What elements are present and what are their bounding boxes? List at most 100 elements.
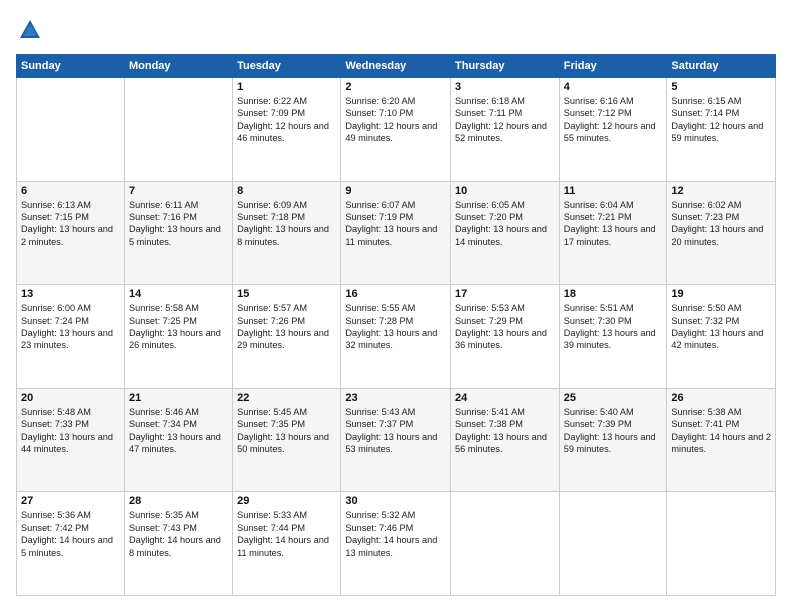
calendar-cell bbox=[559, 492, 667, 596]
day-info: Sunrise: 5:46 AMSunset: 7:34 PMDaylight:… bbox=[129, 406, 228, 456]
calendar-week-row: 20 Sunrise: 5:48 AMSunset: 7:33 PMDayligh… bbox=[17, 388, 776, 492]
calendar-cell bbox=[667, 492, 776, 596]
day-info: Sunrise: 6:02 AMSunset: 7:23 PMDaylight:… bbox=[671, 199, 771, 249]
calendar-cell: 15 Sunrise: 5:57 AMSunset: 7:26 PMDayligh… bbox=[233, 285, 341, 389]
day-number: 23 bbox=[345, 392, 446, 404]
calendar-cell: 12 Sunrise: 6:02 AMSunset: 7:23 PMDayligh… bbox=[667, 181, 776, 285]
day-number: 10 bbox=[455, 185, 555, 197]
calendar-cell: 22 Sunrise: 5:45 AMSunset: 7:35 PMDayligh… bbox=[233, 388, 341, 492]
calendar-cell: 26 Sunrise: 5:38 AMSunset: 7:41 PMDayligh… bbox=[667, 388, 776, 492]
weekday-header: Saturday bbox=[667, 55, 776, 78]
day-info: Sunrise: 6:15 AMSunset: 7:14 PMDaylight:… bbox=[671, 95, 771, 145]
header bbox=[16, 16, 776, 44]
day-number: 12 bbox=[671, 185, 771, 197]
calendar-cell: 28 Sunrise: 5:35 AMSunset: 7:43 PMDayligh… bbox=[124, 492, 232, 596]
day-info: Sunrise: 6:07 AMSunset: 7:19 PMDaylight:… bbox=[345, 199, 446, 249]
day-info: Sunrise: 5:36 AMSunset: 7:42 PMDaylight:… bbox=[21, 509, 120, 559]
day-info: Sunrise: 5:32 AMSunset: 7:46 PMDaylight:… bbox=[345, 509, 446, 559]
day-number: 9 bbox=[345, 185, 446, 197]
day-info: Sunrise: 5:45 AMSunset: 7:35 PMDaylight:… bbox=[237, 406, 336, 456]
day-info: Sunrise: 5:35 AMSunset: 7:43 PMDaylight:… bbox=[129, 509, 228, 559]
day-info: Sunrise: 5:48 AMSunset: 7:33 PMDaylight:… bbox=[21, 406, 120, 456]
day-number: 15 bbox=[237, 288, 336, 300]
day-number: 29 bbox=[237, 495, 336, 507]
calendar-cell: 6Sunrise: 6:13 AMSunset: 7:15 PMDaylight… bbox=[17, 181, 125, 285]
day-info: Sunrise: 5:43 AMSunset: 7:37 PMDaylight:… bbox=[345, 406, 446, 456]
calendar-week-row: 13 Sunrise: 6:00 AMSunset: 7:24 PMDayligh… bbox=[17, 285, 776, 389]
day-number: 7 bbox=[129, 185, 228, 197]
weekday-header: Thursday bbox=[451, 55, 560, 78]
calendar-cell: 9 Sunrise: 6:07 AMSunset: 7:19 PMDaylight… bbox=[341, 181, 451, 285]
day-number: 2 bbox=[345, 81, 446, 93]
calendar-cell: 24Sunrise: 5:41 AMSunset: 7:38 PMDayligh… bbox=[451, 388, 560, 492]
day-info: Sunrise: 6:09 AMSunset: 7:18 PMDaylight:… bbox=[237, 199, 336, 249]
day-info: Sunrise: 5:33 AMSunset: 7:44 PMDaylight:… bbox=[237, 509, 336, 559]
calendar-week-row: 6Sunrise: 6:13 AMSunset: 7:15 PMDaylight… bbox=[17, 181, 776, 285]
day-number: 4 bbox=[564, 81, 663, 93]
day-info: Sunrise: 6:22 AMSunset: 7:09 PMDaylight:… bbox=[237, 95, 336, 145]
day-number: 20 bbox=[21, 392, 120, 404]
calendar-cell: 18 Sunrise: 5:51 AMSunset: 7:30 PMDayligh… bbox=[559, 285, 667, 389]
day-number: 11 bbox=[564, 185, 663, 197]
day-info: Sunrise: 5:51 AMSunset: 7:30 PMDaylight:… bbox=[564, 302, 663, 352]
day-info: Sunrise: 6:00 AMSunset: 7:24 PMDaylight:… bbox=[21, 302, 120, 352]
calendar-cell: 27Sunrise: 5:36 AMSunset: 7:42 PMDayligh… bbox=[17, 492, 125, 596]
day-number: 3 bbox=[455, 81, 555, 93]
day-number: 16 bbox=[345, 288, 446, 300]
day-number: 22 bbox=[237, 392, 336, 404]
calendar-cell: 13 Sunrise: 6:00 AMSunset: 7:24 PMDayligh… bbox=[17, 285, 125, 389]
weekday-header: Tuesday bbox=[233, 55, 341, 78]
calendar-cell: 8 Sunrise: 6:09 AMSunset: 7:18 PMDaylight… bbox=[233, 181, 341, 285]
calendar-cell: 3 Sunrise: 6:18 AMSunset: 7:11 PMDaylight… bbox=[451, 78, 560, 182]
day-info: Sunrise: 5:50 AMSunset: 7:32 PMDaylight:… bbox=[671, 302, 771, 352]
calendar-cell: 23 Sunrise: 5:43 AMSunset: 7:37 PMDayligh… bbox=[341, 388, 451, 492]
calendar-cell: 21Sunrise: 5:46 AMSunset: 7:34 PMDayligh… bbox=[124, 388, 232, 492]
calendar-week-row: 1 Sunrise: 6:22 AMSunset: 7:09 PMDaylight… bbox=[17, 78, 776, 182]
weekday-header: Sunday bbox=[17, 55, 125, 78]
calendar-cell: 17 Sunrise: 5:53 AMSunset: 7:29 PMDayligh… bbox=[451, 285, 560, 389]
calendar-cell: 1 Sunrise: 6:22 AMSunset: 7:09 PMDaylight… bbox=[233, 78, 341, 182]
day-info: Sunrise: 6:18 AMSunset: 7:11 PMDaylight:… bbox=[455, 95, 555, 145]
calendar-cell bbox=[451, 492, 560, 596]
page: SundayMondayTuesdayWednesdayThursdayFrid… bbox=[0, 0, 792, 612]
weekday-header: Wednesday bbox=[341, 55, 451, 78]
calendar-cell: 16 Sunrise: 5:55 AMSunset: 7:28 PMDayligh… bbox=[341, 285, 451, 389]
day-number: 25 bbox=[564, 392, 663, 404]
day-info: Sunrise: 6:13 AMSunset: 7:15 PMDaylight:… bbox=[21, 199, 120, 249]
calendar-header-row: SundayMondayTuesdayWednesdayThursdayFrid… bbox=[17, 55, 776, 78]
day-info: Sunrise: 5:55 AMSunset: 7:28 PMDaylight:… bbox=[345, 302, 446, 352]
calendar-cell: 10 Sunrise: 6:05 AMSunset: 7:20 PMDayligh… bbox=[451, 181, 560, 285]
calendar-cell: 20 Sunrise: 5:48 AMSunset: 7:33 PMDayligh… bbox=[17, 388, 125, 492]
day-info: Sunrise: 6:16 AMSunset: 7:12 PMDaylight:… bbox=[564, 95, 663, 145]
calendar-cell: 30 Sunrise: 5:32 AMSunset: 7:46 PMDayligh… bbox=[341, 492, 451, 596]
day-number: 28 bbox=[129, 495, 228, 507]
calendar-week-row: 27Sunrise: 5:36 AMSunset: 7:42 PMDayligh… bbox=[17, 492, 776, 596]
calendar-cell: 7 Sunrise: 6:11 AMSunset: 7:16 PMDaylight… bbox=[124, 181, 232, 285]
day-number: 26 bbox=[671, 392, 771, 404]
day-info: Sunrise: 6:20 AMSunset: 7:10 PMDaylight:… bbox=[345, 95, 446, 145]
day-info: Sunrise: 5:38 AMSunset: 7:41 PMDaylight:… bbox=[671, 406, 771, 456]
calendar-cell: 4 Sunrise: 6:16 AMSunset: 7:12 PMDaylight… bbox=[559, 78, 667, 182]
calendar-cell bbox=[124, 78, 232, 182]
day-info: Sunrise: 5:40 AMSunset: 7:39 PMDaylight:… bbox=[564, 406, 663, 456]
calendar-cell: 5 Sunrise: 6:15 AMSunset: 7:14 PMDaylight… bbox=[667, 78, 776, 182]
calendar-cell: 11Sunrise: 6:04 AMSunset: 7:21 PMDayligh… bbox=[559, 181, 667, 285]
calendar-cell: 14Sunrise: 5:58 AMSunset: 7:25 PMDayligh… bbox=[124, 285, 232, 389]
day-info: Sunrise: 5:57 AMSunset: 7:26 PMDaylight:… bbox=[237, 302, 336, 352]
calendar-cell: 29 Sunrise: 5:33 AMSunset: 7:44 PMDayligh… bbox=[233, 492, 341, 596]
calendar-cell: 19Sunrise: 5:50 AMSunset: 7:32 PMDayligh… bbox=[667, 285, 776, 389]
day-number: 13 bbox=[21, 288, 120, 300]
day-info: Sunrise: 5:58 AMSunset: 7:25 PMDaylight:… bbox=[129, 302, 228, 352]
day-number: 30 bbox=[345, 495, 446, 507]
day-number: 17 bbox=[455, 288, 555, 300]
day-info: Sunrise: 6:05 AMSunset: 7:20 PMDaylight:… bbox=[455, 199, 555, 249]
logo bbox=[16, 16, 48, 44]
day-info: Sunrise: 6:11 AMSunset: 7:16 PMDaylight:… bbox=[129, 199, 228, 249]
day-number: 18 bbox=[564, 288, 663, 300]
day-number: 8 bbox=[237, 185, 336, 197]
day-number: 5 bbox=[671, 81, 771, 93]
day-number: 1 bbox=[237, 81, 336, 93]
calendar-cell: 2 Sunrise: 6:20 AMSunset: 7:10 PMDaylight… bbox=[341, 78, 451, 182]
calendar-cell bbox=[17, 78, 125, 182]
day-info: Sunrise: 5:53 AMSunset: 7:29 PMDaylight:… bbox=[455, 302, 555, 352]
